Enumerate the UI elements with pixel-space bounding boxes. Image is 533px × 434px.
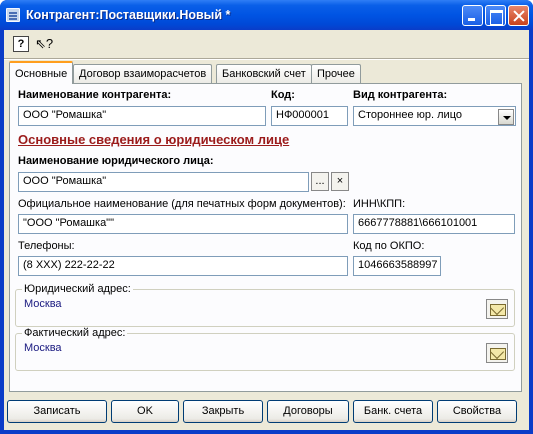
tab-other[interactable]: Прочее bbox=[311, 64, 361, 83]
tab-bank-account[interactable]: Банковский счет bbox=[216, 64, 312, 83]
actual-address-label: Фактический адрес: bbox=[22, 327, 128, 339]
official-name-label: Официальное наименование (для печатных ф… bbox=[18, 198, 346, 210]
type-select[interactable]: Стороннее юр. лицо bbox=[353, 106, 516, 126]
official-name-input[interactable]: "ООО "Ромашка"" bbox=[18, 214, 348, 234]
clear-icon[interactable]: × bbox=[331, 172, 349, 191]
phones-label: Телефоны: bbox=[18, 240, 75, 252]
inn-kpp-input[interactable]: 6667778881\666101001 bbox=[353, 214, 515, 234]
form-client-area: ? ⇖? Основные Договор взаиморасчетов Бан… bbox=[4, 30, 529, 430]
type-select-value: Стороннее юр. лицо bbox=[358, 109, 462, 121]
envelope-icon[interactable] bbox=[486, 299, 508, 319]
envelope-icon[interactable] bbox=[486, 343, 508, 363]
select-legal-entity-button[interactable]: ... bbox=[311, 172, 329, 191]
context-help-icon[interactable]: ⇖? bbox=[35, 36, 53, 52]
close-window-button[interactable] bbox=[508, 5, 529, 26]
phones-input[interactable]: (8 XXX) 222-22-22 bbox=[18, 256, 348, 276]
code-input[interactable]: НФ000001 bbox=[271, 106, 348, 126]
save-button[interactable]: Записать bbox=[7, 400, 107, 423]
code-label: Код: bbox=[271, 89, 295, 101]
contracts-button[interactable]: Договоры bbox=[267, 400, 349, 423]
name-label: Наименование контрагента: bbox=[18, 89, 172, 101]
legal-address-group: Юридический адрес: Москва bbox=[15, 283, 515, 327]
minimize-button[interactable] bbox=[462, 5, 483, 26]
actual-address-group: Фактический адрес: Москва bbox=[15, 327, 515, 371]
form-icon bbox=[6, 8, 20, 22]
tab-panel-main: Наименование контрагента: ООО "Ромашка" … bbox=[9, 83, 522, 392]
legal-name-input[interactable]: ООО "Ромашка" bbox=[18, 172, 309, 192]
window-title: Контрагент:Поставщики.Новый * bbox=[26, 8, 231, 22]
type-label: Вид контрагента: bbox=[353, 89, 448, 101]
tab-contract[interactable]: Договор взаиморасчетов bbox=[73, 64, 213, 83]
tab-main[interactable]: Основные bbox=[9, 61, 74, 84]
app-window: Контрагент:Поставщики.Новый * ? ⇖? Основ… bbox=[0, 0, 533, 434]
actual-address-value[interactable]: Москва bbox=[24, 342, 62, 354]
maximize-button[interactable] bbox=[485, 5, 506, 26]
help-icon[interactable]: ? bbox=[13, 36, 29, 52]
chevron-down-icon[interactable] bbox=[498, 109, 514, 125]
inn-kpp-label: ИНН\КПП: bbox=[353, 198, 406, 210]
legal-address-value[interactable]: Москва bbox=[24, 298, 62, 310]
okpo-label: Код по ОКПО: bbox=[353, 240, 425, 252]
toolbar-divider bbox=[4, 58, 529, 60]
legal-entity-section-title: Основные сведения о юридическом лице bbox=[18, 132, 290, 147]
bank-accounts-button[interactable]: Банк. счета bbox=[353, 400, 433, 423]
close-button[interactable]: Закрыть bbox=[183, 400, 263, 423]
name-input[interactable]: ООО "Ромашка" bbox=[18, 106, 266, 126]
ok-button[interactable]: OK bbox=[111, 400, 179, 423]
title-bar[interactable]: Контрагент:Поставщики.Новый * bbox=[0, 0, 533, 30]
legal-name-label: Наименование юридического лица: bbox=[18, 155, 214, 167]
properties-button[interactable]: Свойства bbox=[437, 400, 517, 423]
okpo-input[interactable]: 1046663588997 bbox=[353, 256, 441, 276]
legal-address-label: Юридический адрес: bbox=[22, 283, 133, 295]
